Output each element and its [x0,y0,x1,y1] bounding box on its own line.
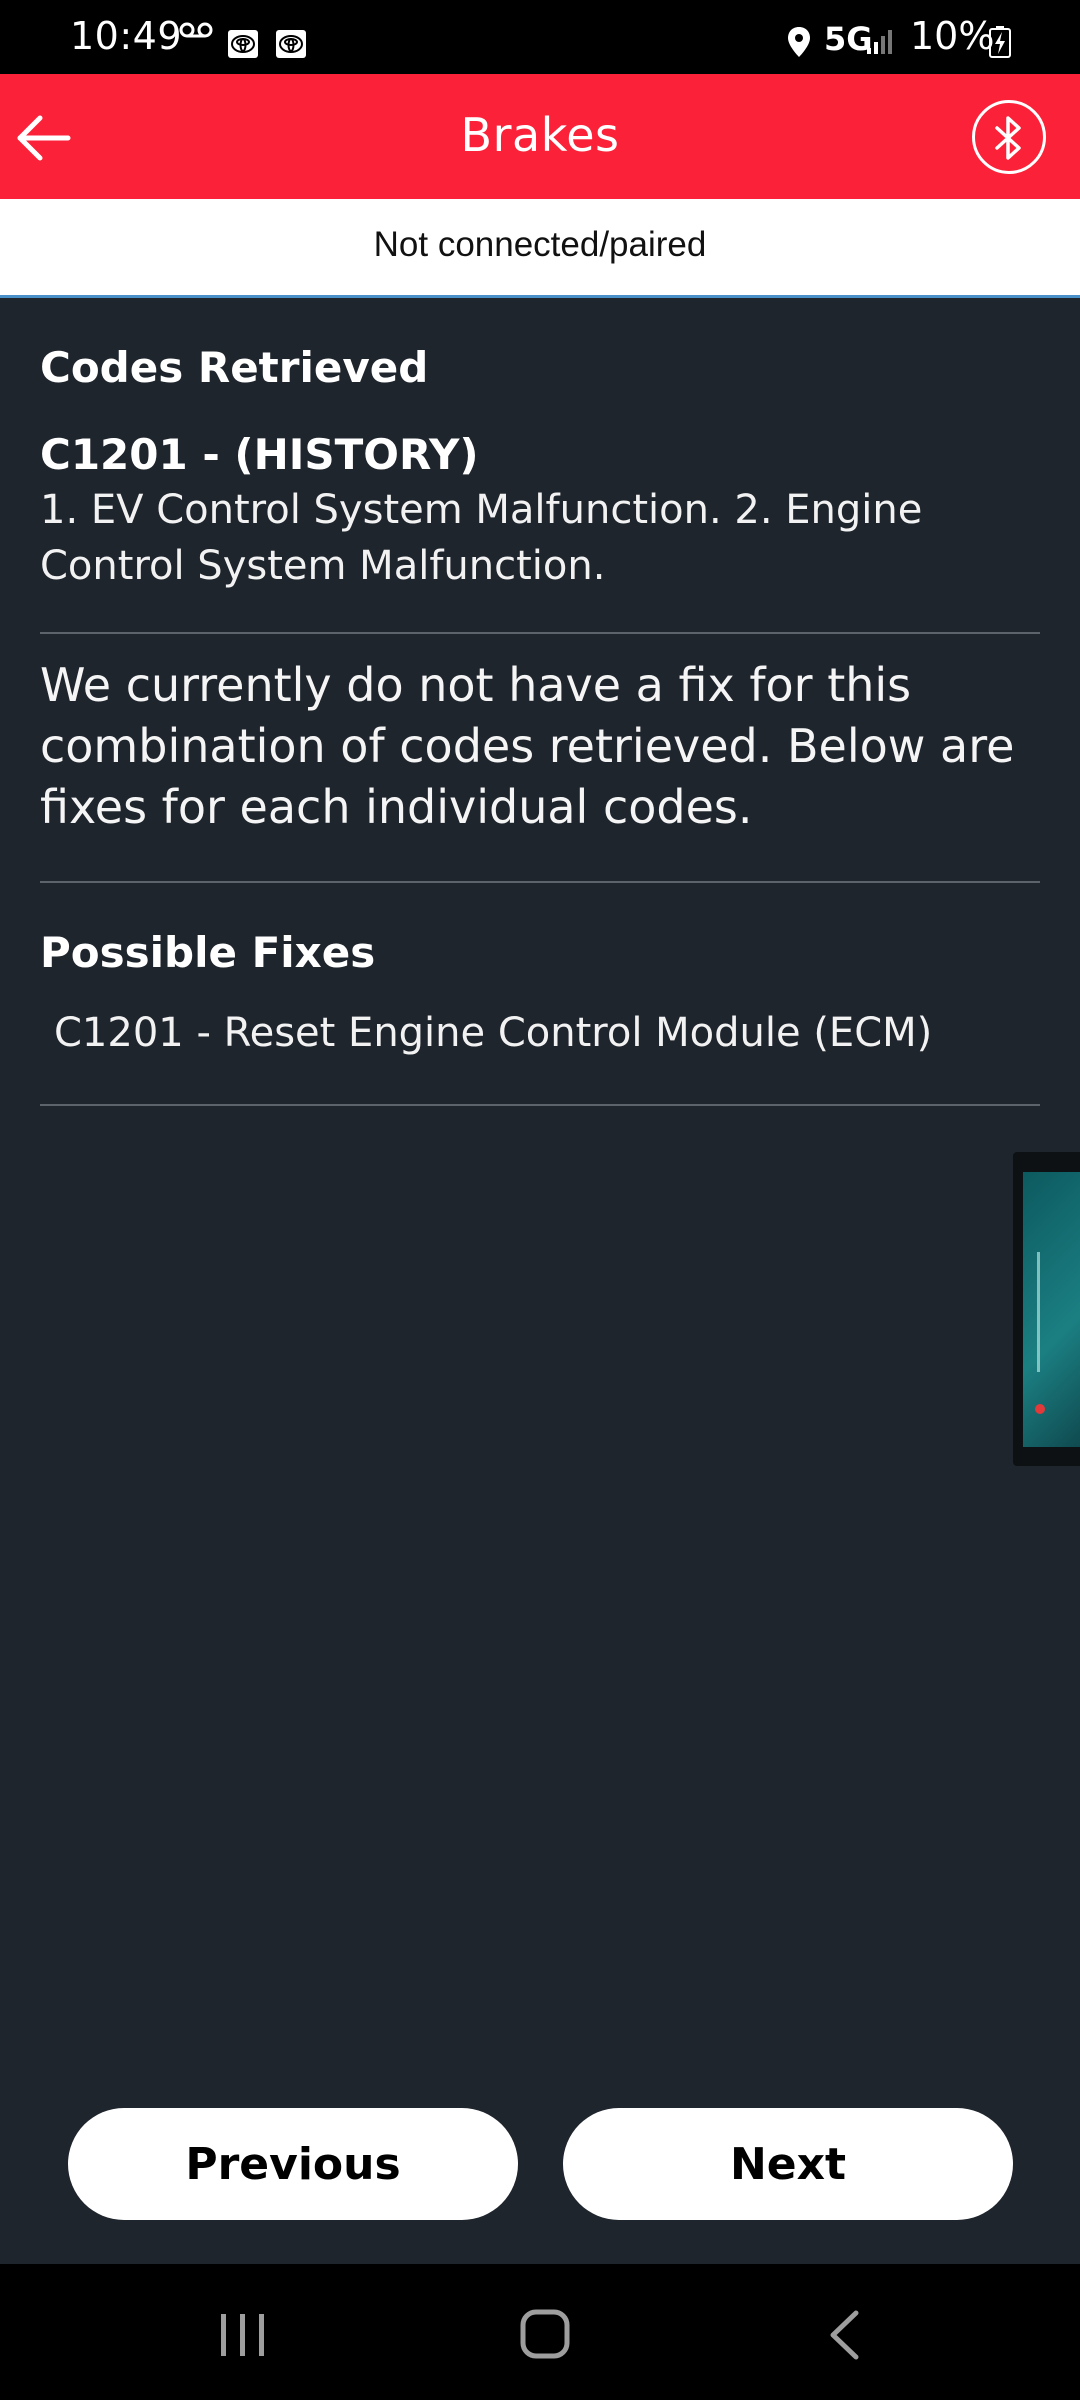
home-icon[interactable] [519,2308,571,2364]
next-button[interactable]: Next [563,2108,1013,2220]
record-indicator-icon [1035,1404,1045,1414]
divider [40,632,1040,634]
no-fix-message: We currently do not have a fix for this … [40,658,1015,834]
voicemail-icon [178,20,218,44]
battery-percent: 10% [910,14,995,58]
fix-item-link[interactable]: C1201 - Reset Engine Control Module (ECM… [54,1010,932,1056]
toyota-app-icon [228,30,258,58]
recents-icon[interactable] [218,2312,268,2362]
divider [40,1104,1040,1106]
connection-status-banner: Not connected/paired [0,199,1080,298]
previous-button[interactable]: Previous [68,2108,518,2220]
floating-video-thumbnail[interactable] [1013,1152,1080,1466]
status-time: 10:49 [70,14,183,58]
code-title: C1201 - (HISTORY) [40,430,479,479]
app-header: Brakes [0,74,1080,199]
bluetooth-icon [995,116,1021,160]
divider [40,881,1040,883]
toyota-app-icon [276,30,306,58]
back-icon[interactable] [826,2310,862,2364]
battery-charging-icon [988,26,1012,62]
status-bar: 10:49 5G 10% [0,0,1080,74]
location-icon [786,26,812,62]
possible-fixes-heading: Possible Fixes [40,928,376,977]
video-preview [1023,1172,1080,1447]
code-description: 1. EV Control System Malfunction. 2. Eng… [40,487,923,589]
signal-icon [866,26,898,60]
connection-status-text: Not connected/paired [373,225,707,264]
codes-retrieved-heading: Codes Retrieved [40,343,429,392]
video-slider [1037,1252,1040,1372]
system-navigation-bar [0,2264,1080,2400]
bluetooth-button[interactable] [972,100,1046,174]
page-title: Brakes [460,108,620,162]
